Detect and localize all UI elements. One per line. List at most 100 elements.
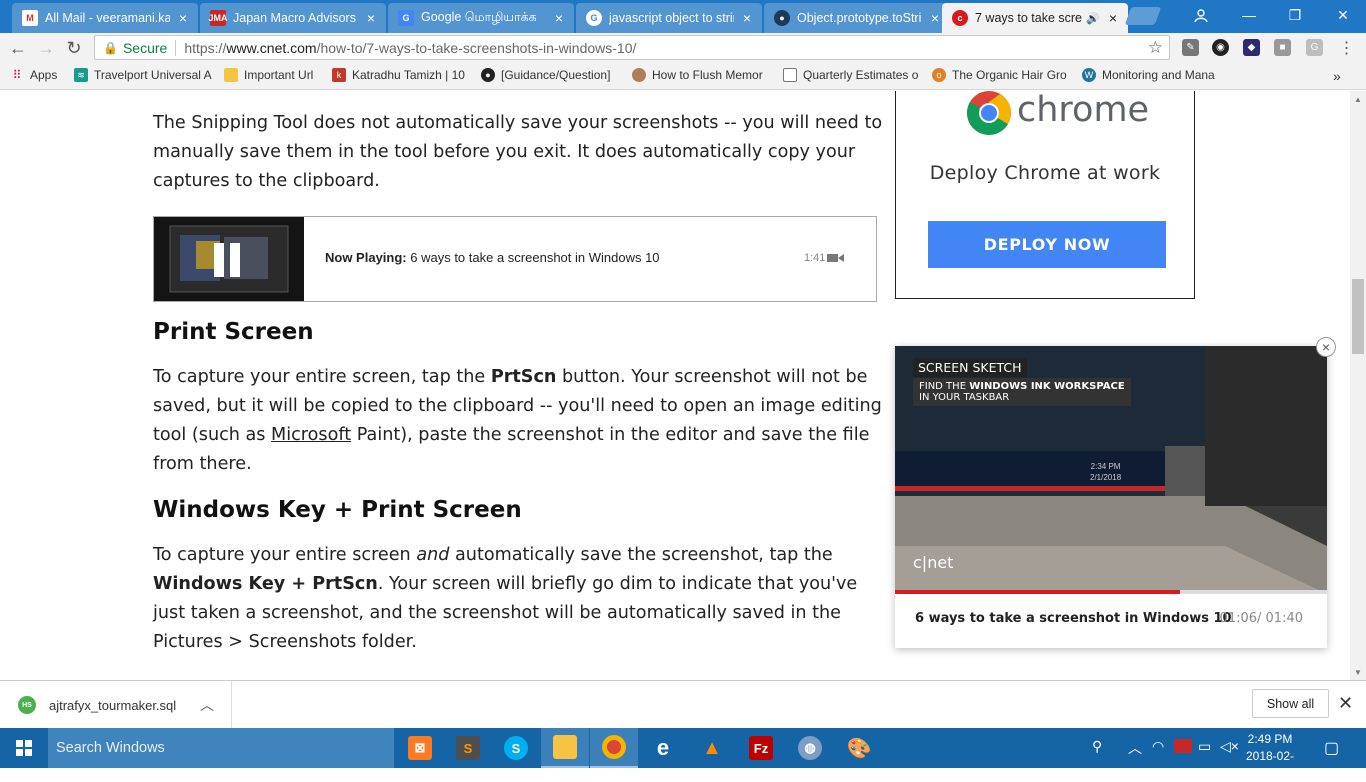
minimize-button[interactable]: — <box>1226 0 1272 30</box>
heading-win-print-screen: Windows Key + Print Screen <box>153 497 522 523</box>
sql-file-icon: HS <box>18 696 36 714</box>
tab-cnet[interactable]: c 7 ways to take scree 🔊 × <box>942 3 1128 33</box>
page-scrollbar[interactable]: ▲ ▼ <box>1350 91 1366 680</box>
restore-button[interactable]: ❐ <box>1272 0 1318 30</box>
text-run: To capture your entire screen <box>153 545 417 565</box>
scroll-down-arrow-icon[interactable]: ▼ <box>1350 664 1366 680</box>
tab-title: Japan Macro Advisors | <box>233 11 358 25</box>
bookmark-label: How to Flush Memor <box>652 68 763 82</box>
forward-button[interactable]: → <box>34 36 58 60</box>
close-icon[interactable]: × <box>740 10 754 26</box>
close-icon[interactable]: × <box>176 10 190 26</box>
scrollbar-thumb[interactable] <box>1352 279 1364 354</box>
paragraph-print-screen: To capture your entire screen, tap the P… <box>153 363 883 479</box>
notifications-icon[interactable]: ▢ <box>1324 738 1339 758</box>
stop-extension-icon[interactable]: ■ <box>1274 39 1291 56</box>
text-run: WINDOWS INK WORKSPACE <box>969 381 1125 392</box>
bookmark-important-url[interactable]: Important Url <box>224 68 313 82</box>
profile-icon[interactable] <box>1178 0 1224 30</box>
download-item[interactable]: HS ajtrafyx_tourmaker.sql ︿ <box>0 681 232 729</box>
taskbar-app-chrome[interactable] <box>590 728 638 768</box>
bookmark-github[interactable]: ● [Guidance/Question] <box>481 68 619 82</box>
taskbar-app-filezilla[interactable]: Fz <box>737 728 785 768</box>
taskbar-app-edge[interactable]: e <box>639 728 687 768</box>
show-all-button[interactable]: Show all <box>1252 689 1329 718</box>
taskbar-app-sublime[interactable]: S <box>444 728 492 768</box>
download-bar: HS ajtrafyx_tourmaker.sql ︿ Show all ✕ <box>0 680 1366 729</box>
lock-icon: 🔒 <box>103 40 118 55</box>
tab-google-translate[interactable]: G Google மொழியாக்க × <box>388 3 574 33</box>
chrome-ad[interactable]: chrome Deploy Chrome at work DEPLOY NOW <box>895 91 1195 299</box>
clock-time: 2:49 PM <box>1247 732 1293 746</box>
start-button[interactable] <box>0 728 48 768</box>
speaker-icon[interactable]: 🔊 <box>1086 12 1100 25</box>
key-prtscn: PrtScn <box>490 367 557 387</box>
microsoft-link[interactable]: Microsoft <box>271 425 351 445</box>
bookmark-monitoring[interactable]: W Monitoring and Mana <box>1082 68 1220 82</box>
floating-video-player[interactable]: SCREEN SKETCH FIND THE WINDOWS INK WORKS… <box>895 346 1327 648</box>
windows-search-box[interactable]: Search Windows <box>48 728 394 768</box>
address-bar[interactable]: 🔒 Secure https:// www.cnet.com /how-to/7… <box>94 35 1170 60</box>
close-download-bar-icon[interactable]: ✕ <box>1338 693 1353 714</box>
url-host: www.cnet.com <box>226 39 317 56</box>
close-window-button[interactable]: ✕ <box>1320 0 1366 30</box>
bookmark-star-icon[interactable]: ☆ <box>1148 38 1163 58</box>
show-hidden-icons-chevron-icon[interactable]: ︿ <box>1128 738 1142 758</box>
tab-mdn[interactable]: ● Object.prototype.toStri × <box>764 3 950 33</box>
heading-print-screen: Print Screen <box>153 319 314 345</box>
back-button[interactable]: ← <box>6 36 30 60</box>
bookmark-apps[interactable]: ⠿ Apps <box>10 68 58 82</box>
menu-kebab-icon[interactable]: ⋮ <box>1338 39 1355 57</box>
bookmark-katradhu[interactable]: k Katradhu Tamizh | 10 <box>332 68 468 82</box>
eyedropper-extension-icon[interactable]: ✎ <box>1182 39 1199 56</box>
taskbar-app-explorer[interactable] <box>541 728 589 768</box>
video-thumbnail[interactable] <box>154 217 304 301</box>
bookmark-label: Monitoring and Mana <box>1102 68 1215 82</box>
avatar-icon <box>632 68 646 82</box>
bookmark-label: [Guidance/Question] <box>501 68 611 82</box>
tab-jma[interactable]: JMA Japan Macro Advisors | × <box>200 3 386 33</box>
section-win-print-screen: Windows Key + Print Screen <box>153 497 522 523</box>
reload-button[interactable]: ↻ <box>62 36 86 60</box>
new-tab-button[interactable] <box>1124 7 1162 25</box>
taskbar-app-skype[interactable]: S <box>492 728 540 768</box>
volume-icon[interactable]: ◁× <box>1220 738 1239 755</box>
video-frame[interactable]: SCREEN SKETCH FIND THE WINDOWS INK WORKS… <box>895 346 1327 594</box>
bookmark-flush-memory[interactable]: How to Flush Memor <box>632 68 770 82</box>
close-icon[interactable]: × <box>928 10 942 26</box>
bookmark-organic-hair[interactable]: o The Organic Hair Gro <box>932 68 1070 82</box>
tab-gmail[interactable]: M All Mail - veeramani.kar × <box>12 3 198 33</box>
video-progress-bar[interactable] <box>895 590 1327 594</box>
cnet-icon: c <box>952 10 968 26</box>
antivirus-icon[interactable] <box>1174 739 1192 753</box>
duration-text: 1:41 <box>804 252 826 264</box>
tab-title: Object.prototype.toStri <box>797 11 922 25</box>
bookmark-travelport[interactable]: ≋ Travelport Universal A <box>74 68 212 82</box>
battery-icon[interactable]: ▭ <box>1198 738 1211 755</box>
more-bookmarks-chevron-icon[interactable]: » <box>1333 68 1341 84</box>
video-camera-icon <box>827 254 845 262</box>
people-icon[interactable]: ⚲ <box>1092 738 1102 755</box>
google-extension-icon[interactable]: G <box>1306 39 1323 56</box>
chevron-up-icon[interactable]: ︿ <box>200 695 214 715</box>
tab-google-search[interactable]: G javascript object to strin × <box>576 3 762 33</box>
close-video-icon[interactable]: × <box>1316 337 1336 357</box>
taskbar-app-paint[interactable]: 🎨 <box>835 728 883 768</box>
bookmark-quarterly[interactable]: Quarterly Estimates o <box>783 68 921 82</box>
clock-date: 2018-02-15 <box>1245 749 1295 780</box>
color-extension-icon[interactable]: ◉ <box>1212 39 1229 56</box>
taskbar-app-vlc[interactable]: ▲ <box>688 728 736 768</box>
taskbar-clock[interactable]: 2:49 PM 2018-02-15 <box>1242 731 1298 782</box>
deploy-now-button[interactable]: DEPLOY NOW <box>928 221 1166 268</box>
close-icon[interactable]: × <box>364 10 378 26</box>
puzzle-extension-icon[interactable]: ◆ <box>1243 39 1260 56</box>
wifi-icon[interactable]: ◠ <box>1152 738 1164 755</box>
close-icon[interactable]: × <box>1106 10 1120 26</box>
now-playing-bar[interactable]: Now Playing: 6 ways to take a screenshot… <box>153 216 877 302</box>
taskbar-app-network[interactable]: ◍ <box>786 728 834 768</box>
close-icon[interactable]: × <box>552 10 566 26</box>
taskbar-app-xampp[interactable]: ⊠ <box>396 728 444 768</box>
bookmark-label: Quarterly Estimates o <box>803 68 919 82</box>
text-run: 2:34 PM <box>1090 462 1121 471</box>
scroll-up-arrow-icon[interactable]: ▲ <box>1350 91 1366 107</box>
